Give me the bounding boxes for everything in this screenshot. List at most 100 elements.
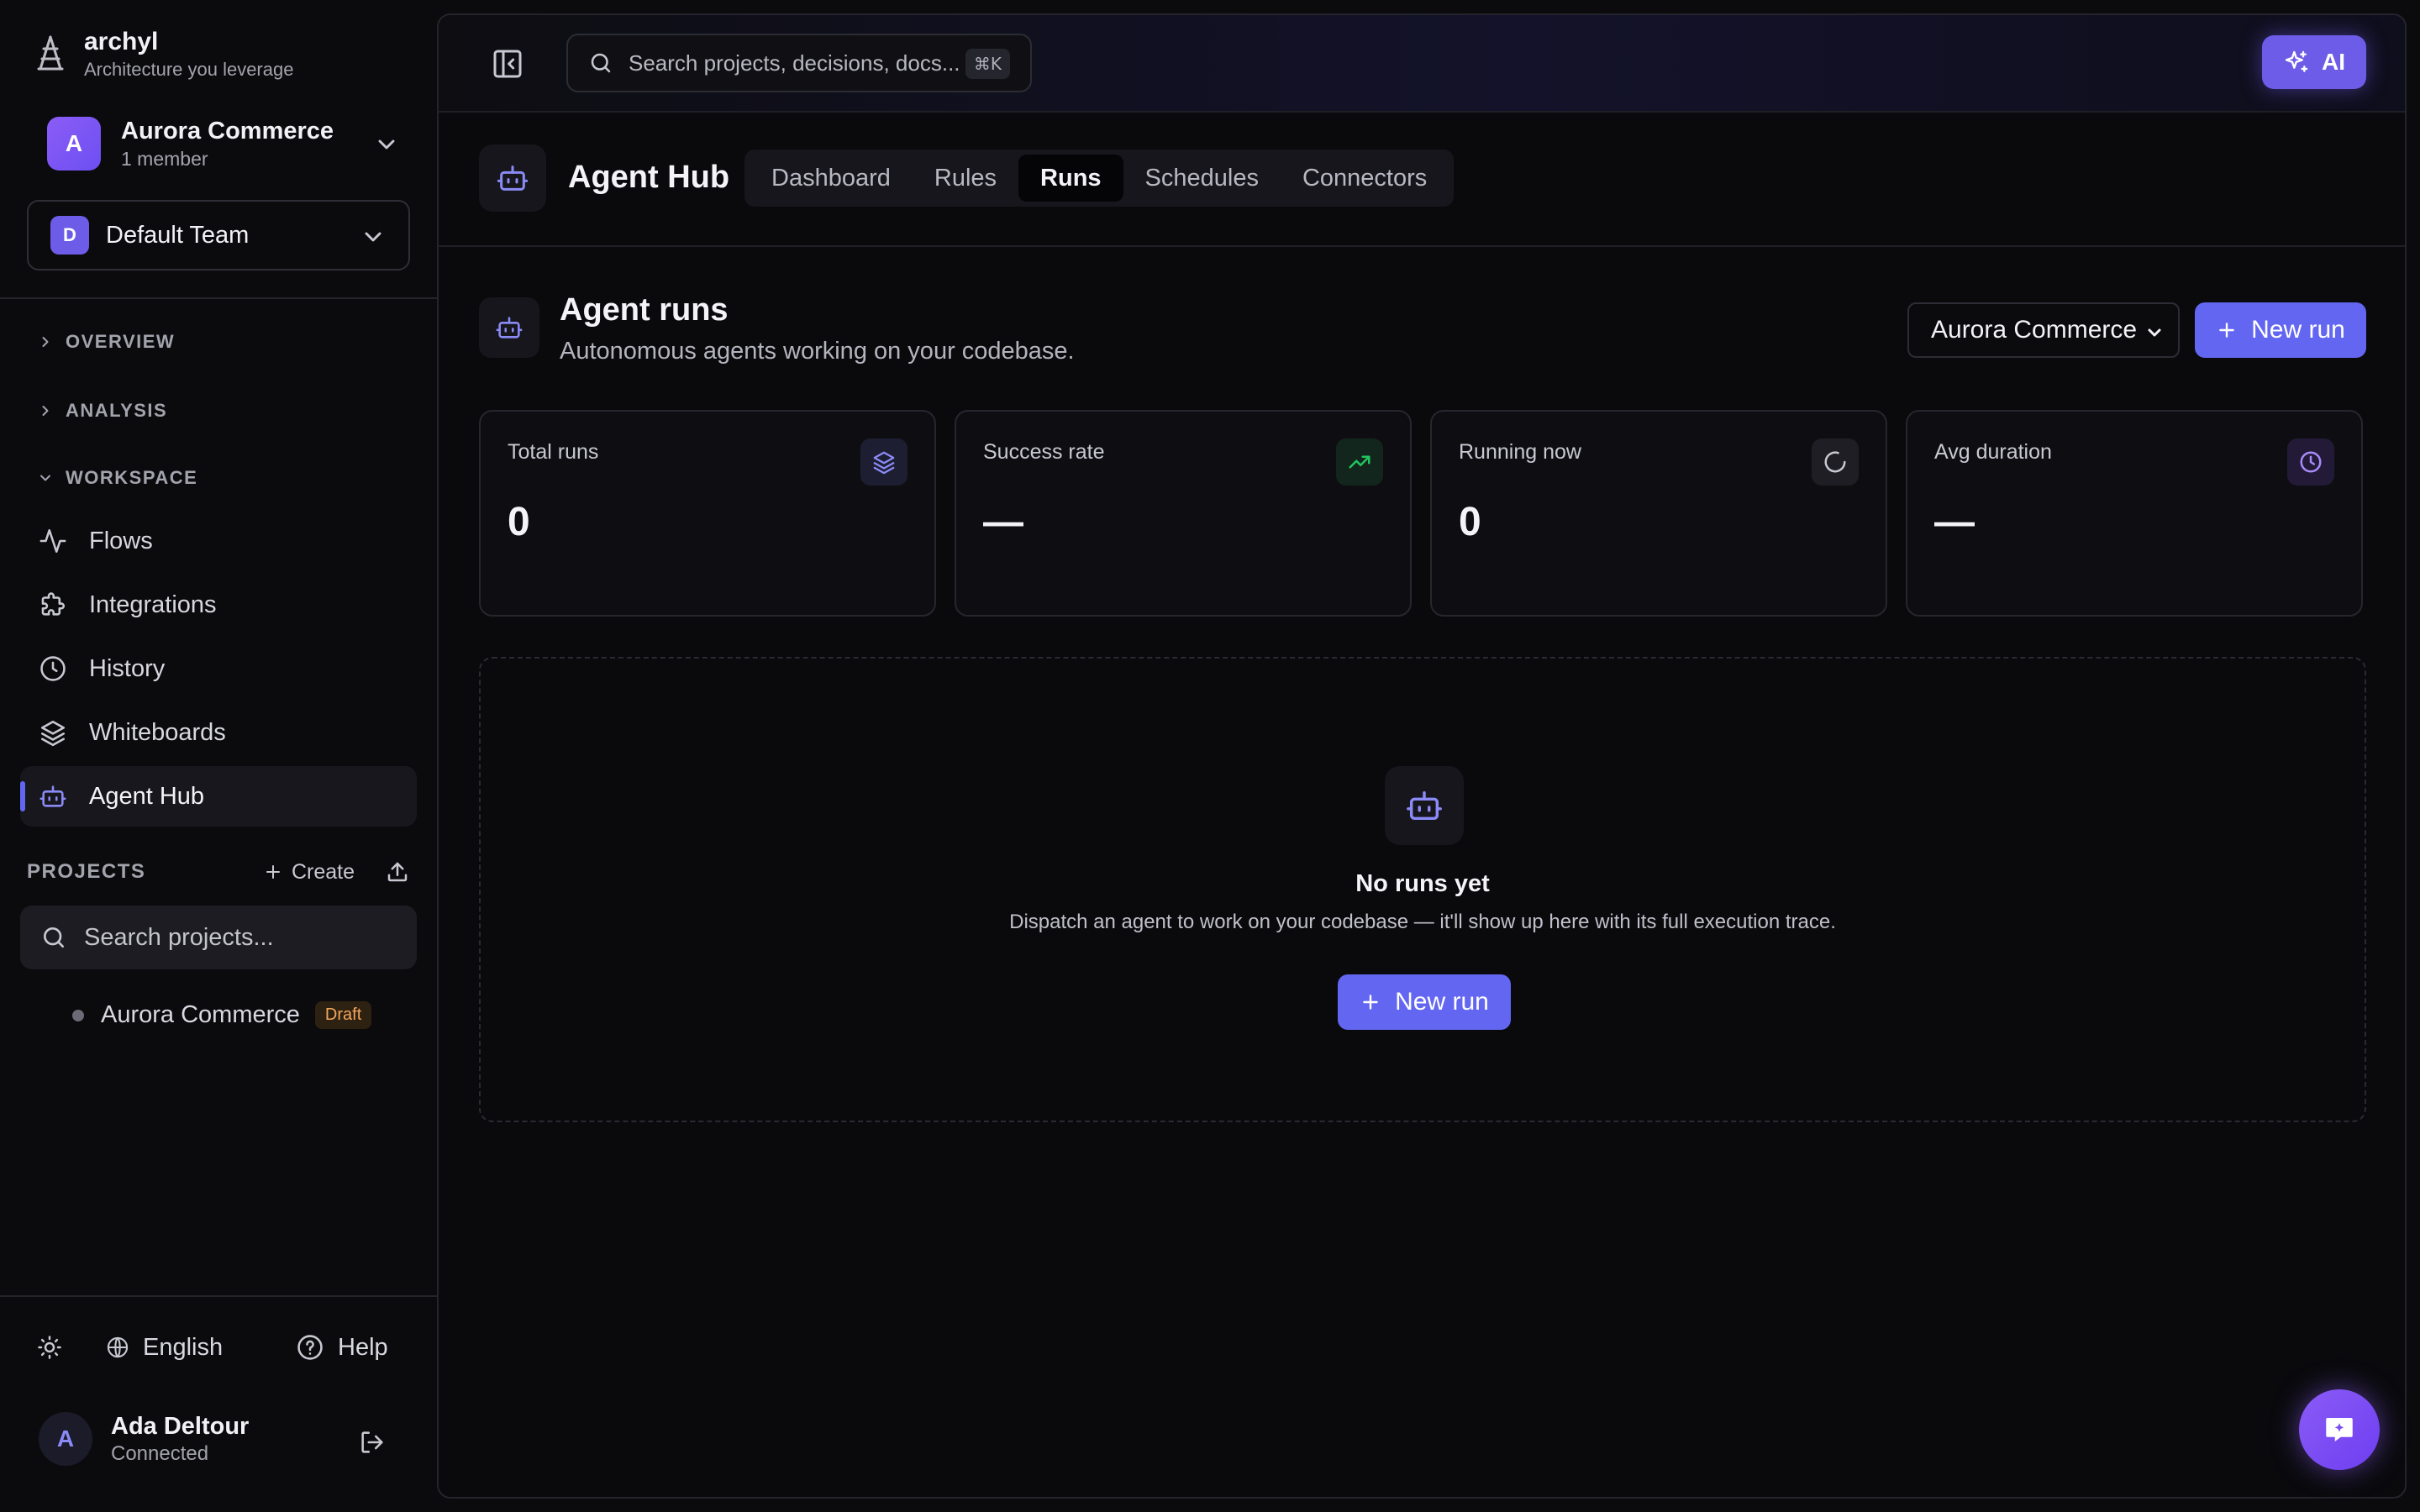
empty-new-run-button[interactable]: New run — [1338, 974, 1511, 1030]
sidebar-footer-divider — [0, 1295, 437, 1297]
bot-icon — [479, 144, 546, 212]
sidebar-item-label: Whiteboards — [89, 718, 226, 746]
top-bar: ⌘K AI — [439, 15, 2405, 113]
section-workspace[interactable]: WORKSPACE — [37, 467, 197, 489]
tab-rules[interactable]: Rules — [913, 155, 1018, 202]
avatar: A — [39, 1412, 92, 1466]
status-badge: Draft — [314, 1001, 372, 1029]
stat-value: — — [983, 500, 1023, 544]
sidebar-item-agent-hub[interactable]: Agent Hub — [20, 766, 417, 827]
section-workspace-label: WORKSPACE — [66, 467, 198, 488]
stat-label: Total runs — [508, 440, 599, 464]
activity-icon — [39, 527, 67, 555]
sidebar-item-whiteboards[interactable]: Whiteboards — [20, 702, 417, 763]
sidebar-item-history[interactable]: History — [20, 638, 417, 699]
project-select-value: Aurora Commerce — [1931, 316, 2138, 344]
create-project-label: Create — [291, 859, 355, 884]
search-icon — [40, 924, 67, 951]
stat-value: 0 — [508, 500, 530, 544]
project-name: Aurora Commerce — [101, 1001, 300, 1028]
project-search[interactable] — [20, 906, 417, 969]
team-avatar: D — [50, 216, 89, 255]
stat-label: Running now — [1459, 440, 1581, 464]
globe-icon — [107, 1336, 129, 1358]
chat-icon — [2326, 1418, 2353, 1441]
plus-icon — [1363, 995, 1378, 1010]
page-title: Agent Hub — [568, 160, 730, 195]
puzzle-icon — [39, 591, 67, 619]
main-panel: ⌘K AI Agent Hub Dashboard Rules Runs Sch… — [437, 13, 2407, 1499]
help-label: Help — [338, 1333, 388, 1361]
sidebar-item-integrations[interactable]: Integrations — [20, 575, 417, 635]
chevron-down-icon — [360, 223, 387, 250]
global-search[interactable]: ⌘K — [566, 34, 1032, 92]
brand[interactable]: archyl Architecture you leverage — [34, 25, 293, 81]
section-title: Agent runs — [560, 292, 729, 328]
org-switcher[interactable]: A Aurora Commerce 1 member — [47, 114, 400, 173]
logout-icon[interactable] — [358, 1428, 387, 1457]
shortcut-badge: ⌘K — [965, 49, 1010, 79]
stat-value: — — [1934, 500, 1975, 544]
project-list-item[interactable]: Aurora Commerce Draft — [72, 1001, 372, 1029]
bot-icon — [1385, 766, 1464, 845]
ai-button[interactable]: AI — [2262, 35, 2366, 89]
tab-dashboard[interactable]: Dashboard — [750, 155, 913, 202]
sun-icon[interactable] — [37, 1335, 62, 1360]
section-analysis[interactable]: ANALYSIS — [37, 400, 167, 422]
clock-icon — [39, 654, 67, 683]
org-avatar: A — [47, 117, 101, 171]
plus-icon — [266, 865, 280, 879]
help-link[interactable]: Help — [296, 1333, 388, 1362]
project-select[interactable]: Aurora Commerce — [1907, 302, 2180, 358]
section-subtitle: Autonomous agents working on your codeba… — [560, 338, 1075, 365]
tab-schedules[interactable]: Schedules — [1123, 155, 1281, 202]
user-name: Ada Deltour — [111, 1413, 250, 1440]
user-status: Connected — [111, 1442, 209, 1465]
status-dot — [72, 1009, 84, 1021]
upload-icon[interactable] — [385, 859, 410, 885]
search-input[interactable] — [629, 50, 973, 76]
chat-button[interactable] — [2299, 1389, 2380, 1470]
stat-card-avg-duration: Avg duration — — [1906, 410, 2363, 617]
bot-icon — [39, 782, 67, 811]
tab-runs[interactable]: Runs — [1018, 155, 1123, 202]
project-search-input[interactable] — [84, 923, 403, 952]
archyl-logo-icon — [34, 32, 67, 74]
new-run-label: New run — [2251, 316, 2345, 344]
chevron-down-icon — [2148, 328, 2161, 337]
language-selector[interactable]: English — [106, 1334, 223, 1362]
tab-connectors[interactable]: Connectors — [1281, 155, 1449, 202]
hub-header: Agent Hub Dashboard Rules Runs Schedules… — [439, 113, 2405, 247]
chevron-right-icon — [42, 337, 49, 347]
stat-card-running-now: Running now 0 — [1430, 410, 1887, 617]
empty-state: No runs yet Dispatch an agent to work on… — [479, 657, 2366, 1122]
sidebar: archyl Architecture you leverage A Auror… — [0, 0, 437, 1512]
chevron-right-icon — [42, 406, 49, 416]
sparkles-icon — [2285, 50, 2308, 72]
help-circle-icon — [297, 1335, 323, 1360]
sidebar-item-label: Agent Hub — [89, 782, 205, 810]
user-profile[interactable]: A Ada Deltour Connected — [39, 1411, 249, 1467]
stat-label: Success rate — [983, 440, 1105, 464]
sidebar-footer: English Help — [37, 1331, 398, 1364]
empty-description: Dispatch an agent to work on your codeba… — [1009, 911, 1836, 933]
section-analysis-label: ANALYSIS — [66, 400, 168, 421]
sidebar-item-label: Flows — [89, 527, 153, 554]
team-selector[interactable]: D Default Team — [27, 200, 410, 270]
new-run-button[interactable]: New run — [2195, 302, 2366, 358]
chevron-down-icon — [40, 475, 50, 481]
section-overview[interactable]: OVERVIEW — [37, 331, 175, 353]
create-project-button[interactable]: Create — [263, 860, 355, 885]
bot-icon — [479, 297, 539, 358]
sidebar-divider — [0, 297, 437, 299]
stat-label: Avg duration — [1934, 440, 2052, 464]
section-overview-label: OVERVIEW — [66, 331, 176, 352]
sidebar-item-label: Integrations — [89, 591, 217, 618]
trending-up-icon — [1336, 438, 1383, 486]
layers-icon — [860, 438, 908, 486]
sidebar-toggle-icon[interactable] — [491, 47, 524, 81]
ai-label: AI — [2322, 49, 2345, 75]
stat-card-total-runs: Total runs 0 — [479, 410, 936, 617]
empty-new-run-label: New run — [1395, 988, 1489, 1016]
sidebar-item-flows[interactable]: Flows — [20, 511, 417, 571]
